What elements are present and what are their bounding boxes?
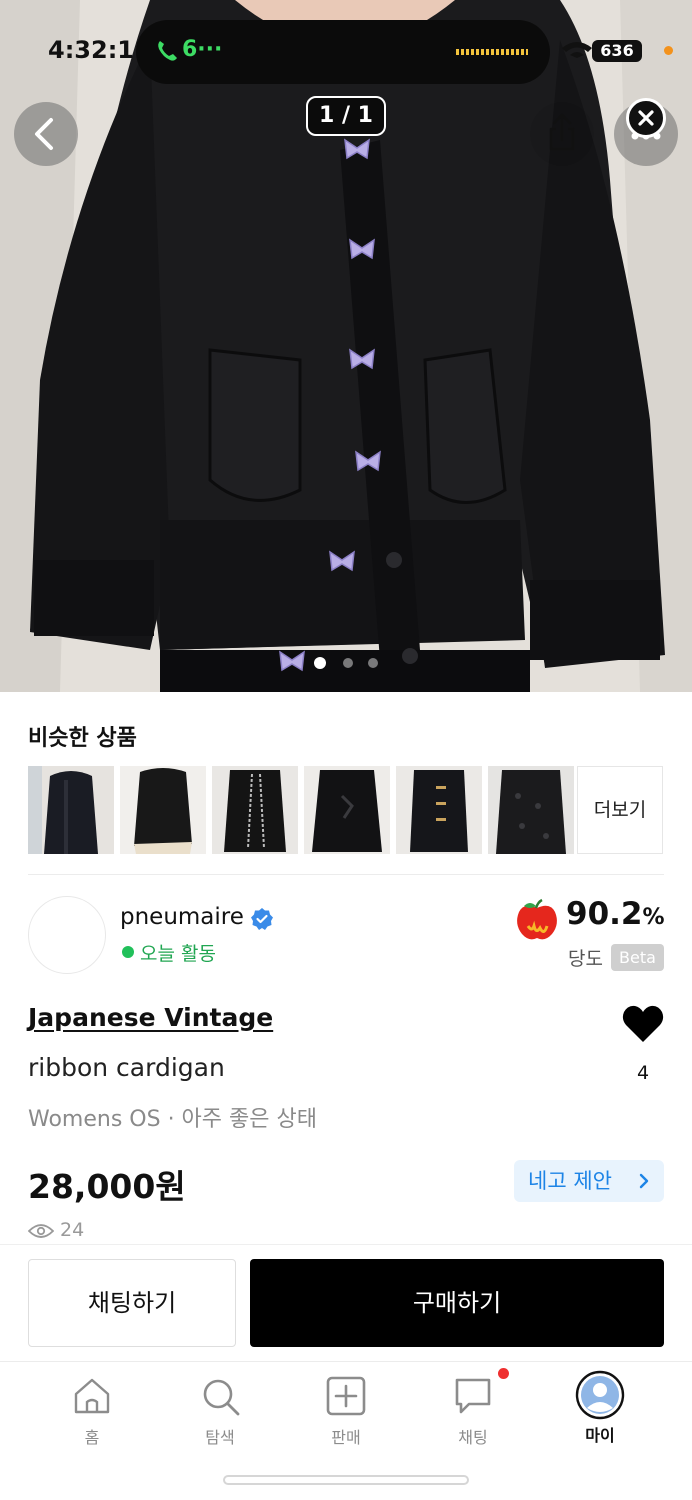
seller-score-value: 90.2: [566, 896, 643, 932]
profile-icon: [575, 1370, 625, 1420]
chevron-left-icon: [35, 118, 53, 150]
home-indicator[interactable]: [223, 1475, 469, 1485]
close-icon: [638, 110, 654, 126]
like-button[interactable]: [620, 1002, 666, 1048]
seller-name[interactable]: pneumaire: [120, 904, 244, 930]
photo-pagination: [314, 657, 378, 670]
close-overlay-button[interactable]: [626, 98, 666, 138]
seller-avatar[interactable]: [28, 896, 106, 974]
chat-bubble-icon: [455, 1378, 491, 1414]
similar-item-thumbnail[interactable]: [28, 766, 114, 854]
tab-chat-label: 채팅: [458, 1428, 488, 1447]
make-offer-label: 네고 제안: [528, 1169, 612, 1193]
battery-indicator: 636: [592, 40, 642, 62]
similar-item-thumbnail[interactable]: [212, 766, 298, 854]
tab-home[interactable]: 홈: [42, 1374, 142, 1454]
image-counter: 1 / 1: [306, 96, 386, 136]
seller-score-unit: %: [642, 905, 665, 930]
beta-badge: Beta: [611, 944, 664, 971]
home-icon: [74, 1378, 110, 1414]
pagination-dot: [368, 658, 378, 668]
product-name: ribbon cardigan: [28, 1053, 225, 1082]
tab-sell[interactable]: 판매: [296, 1374, 396, 1454]
buy-button[interactable]: 구매하기: [250, 1259, 664, 1347]
similar-item-thumbnail[interactable]: [396, 766, 482, 854]
similar-items-strip: 더보기: [28, 766, 668, 854]
tab-home-label: 홈: [84, 1428, 100, 1447]
heart-icon: [622, 1005, 664, 1042]
similar-item-thumbnail[interactable]: [120, 766, 206, 854]
tab-sell-label: 판매: [331, 1428, 361, 1447]
wifi-icon: [562, 42, 592, 58]
similar-item-thumbnail[interactable]: [488, 766, 574, 854]
status-bar: 4:32:11 6··· 636: [0, 0, 692, 100]
eye-icon: [28, 1224, 54, 1238]
phone-call-icon: [158, 41, 177, 61]
call-duration: 6···: [182, 37, 223, 62]
tab-my-label: 마이: [585, 1426, 615, 1445]
tab-search[interactable]: 탐색: [170, 1374, 270, 1454]
see-more-button[interactable]: 더보기: [577, 766, 663, 854]
back-button[interactable]: [14, 102, 78, 166]
product-photo[interactable]: 4:32:11 6··· 636 1 / 1: [0, 0, 692, 692]
purchase-action-bar: 채팅하기 구매하기: [0, 1244, 692, 1362]
product-brand-link[interactable]: Japanese Vintage: [28, 1003, 273, 1032]
online-status-dot: [122, 946, 134, 958]
chevron-right-icon: [639, 1173, 649, 1189]
audio-wave-icon: [456, 49, 528, 55]
similar-item-thumbnail[interactable]: [304, 766, 390, 854]
tab-search-label: 탐색: [205, 1428, 235, 1447]
plus-square-icon: [326, 1376, 366, 1416]
like-count: 4: [636, 1062, 650, 1084]
verified-badge-icon: [251, 908, 273, 930]
similar-items-title: 비슷한 상품: [28, 726, 137, 751]
apple-score-icon: [517, 898, 557, 940]
tab-my[interactable]: 마이: [550, 1370, 650, 1454]
chat-notification-badge: [498, 1368, 509, 1379]
make-offer-button[interactable]: 네고 제안: [514, 1160, 664, 1202]
view-count-value: 24: [60, 1219, 85, 1241]
pagination-dot-active: [314, 657, 326, 669]
chat-button[interactable]: 채팅하기: [28, 1259, 236, 1347]
seller-score-label: 당도: [568, 948, 603, 970]
section-divider: [28, 874, 664, 875]
product-price: 28,000원: [28, 1167, 186, 1206]
pagination-dot: [343, 658, 353, 668]
seller-activity-status: 오늘 활동: [140, 943, 216, 965]
product-condition: Womens OS · 아주 좋은 상태: [28, 1107, 317, 1132]
tab-chat[interactable]: 채팅: [423, 1374, 523, 1454]
privacy-indicator-dot: [664, 46, 673, 55]
seller-score: 90.2%: [566, 896, 665, 932]
search-icon: [203, 1379, 240, 1416]
share-icon: [549, 113, 575, 151]
dynamic-island: 6···: [136, 20, 550, 84]
share-button[interactable]: [530, 102, 594, 166]
